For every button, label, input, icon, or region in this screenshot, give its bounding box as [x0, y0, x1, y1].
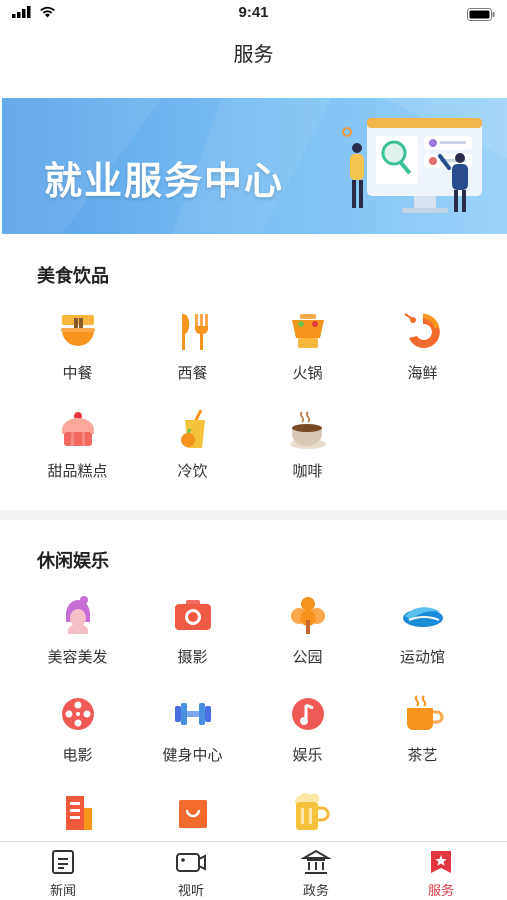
service-item-fitness[interactable]: 健身中心	[135, 692, 250, 782]
camera-icon	[174, 600, 211, 630]
service-item-label: 公园	[292, 648, 323, 666]
service-item-label: 火锅	[292, 364, 323, 382]
service-item-entertainment[interactable]: 娱乐	[250, 692, 365, 782]
service-item-cold-drink[interactable]: 冷饮	[135, 408, 250, 498]
music-note-icon	[291, 698, 324, 730]
status-bar: 9:41	[0, 0, 507, 28]
employment-service-banner[interactable]: 就业服务中心	[2, 98, 507, 234]
tab-label: 新闻	[49, 884, 76, 899]
banner-title: 就业服务中心	[44, 159, 285, 203]
service-item-label: 中餐	[62, 364, 93, 382]
coffee-icon	[289, 411, 326, 449]
service-item-label: 甜品糕点	[47, 462, 108, 480]
tab-news[interactable]: 新闻	[28, 848, 98, 899]
service-item-label: 西餐	[177, 364, 208, 382]
service-item-coffee[interactable]: 咖啡	[250, 408, 365, 498]
service-item-label: 美容美发	[47, 648, 108, 666]
service-item-label: 冷饮	[177, 462, 208, 480]
service-item-beauty[interactable]: 美容美发	[20, 594, 135, 684]
tab-government[interactable]: 政务	[281, 848, 351, 899]
film-reel-icon	[61, 698, 94, 730]
noodle-bowl-icon	[60, 315, 95, 346]
service-item-seafood[interactable]: 海鲜	[365, 310, 480, 400]
service-item-stadium[interactable]: 运动馆	[365, 594, 480, 684]
service-item-hotpot[interactable]: 火锅	[250, 310, 365, 400]
beer-icon	[294, 792, 329, 830]
tab-label: 政务	[302, 884, 329, 899]
government-icon	[301, 849, 331, 874]
shopping-bag-icon	[178, 800, 207, 828]
service-item-dessert[interactable]: 甜品糕点	[20, 408, 135, 498]
recruitment-illustration	[342, 118, 482, 213]
bottom-tab-bar: 新闻 视听 政务 服务	[0, 841, 507, 900]
tab-service[interactable]: 服务	[406, 848, 476, 899]
section-divider	[0, 510, 507, 520]
dumbbell-icon	[174, 703, 211, 725]
service-item-label: 运动馆	[399, 648, 445, 666]
video-icon	[176, 853, 206, 872]
service-item-label: 摄影	[177, 648, 208, 666]
tree-icon	[290, 597, 325, 634]
battery-icon	[467, 6, 495, 25]
shrimp-icon	[403, 313, 440, 348]
service-item-label: 娱乐	[292, 746, 323, 764]
service-item-tea[interactable]: 茶艺	[365, 692, 480, 782]
building-icon	[65, 796, 92, 830]
section-title-food: 美食饮品	[37, 266, 109, 287]
hair-beauty-icon	[65, 596, 90, 634]
service-item-label: 茶艺	[407, 746, 438, 764]
status-time: 9:41	[238, 4, 269, 21]
service-item-western-food[interactable]: 西餐	[135, 310, 250, 400]
service-icon	[431, 851, 451, 873]
section-title-leisure: 休闲娱乐	[37, 551, 109, 572]
hotpot-icon	[291, 314, 324, 348]
service-item-movie[interactable]: 电影	[20, 692, 135, 782]
service-item-chinese-food[interactable]: 中餐	[20, 310, 135, 400]
page-title: 服务	[233, 42, 274, 66]
cake-icon	[61, 412, 94, 446]
service-item-label: 健身中心	[162, 746, 223, 764]
tab-video[interactable]: 视听	[156, 848, 226, 899]
news-icon	[52, 850, 74, 874]
tab-label: 服务	[427, 884, 454, 899]
service-item-label: 海鲜	[407, 364, 438, 382]
service-item-photography[interactable]: 摄影	[135, 594, 250, 684]
fork-knife-icon	[181, 314, 208, 350]
service-item-park[interactable]: 公园	[250, 594, 365, 684]
service-item-label: 咖啡	[292, 462, 323, 480]
tea-cup-icon	[406, 695, 443, 730]
wave-stadium-icon	[402, 607, 443, 627]
cold-drink-icon	[180, 409, 205, 448]
service-item-label: 电影	[62, 746, 93, 764]
tab-label: 视听	[177, 884, 204, 899]
